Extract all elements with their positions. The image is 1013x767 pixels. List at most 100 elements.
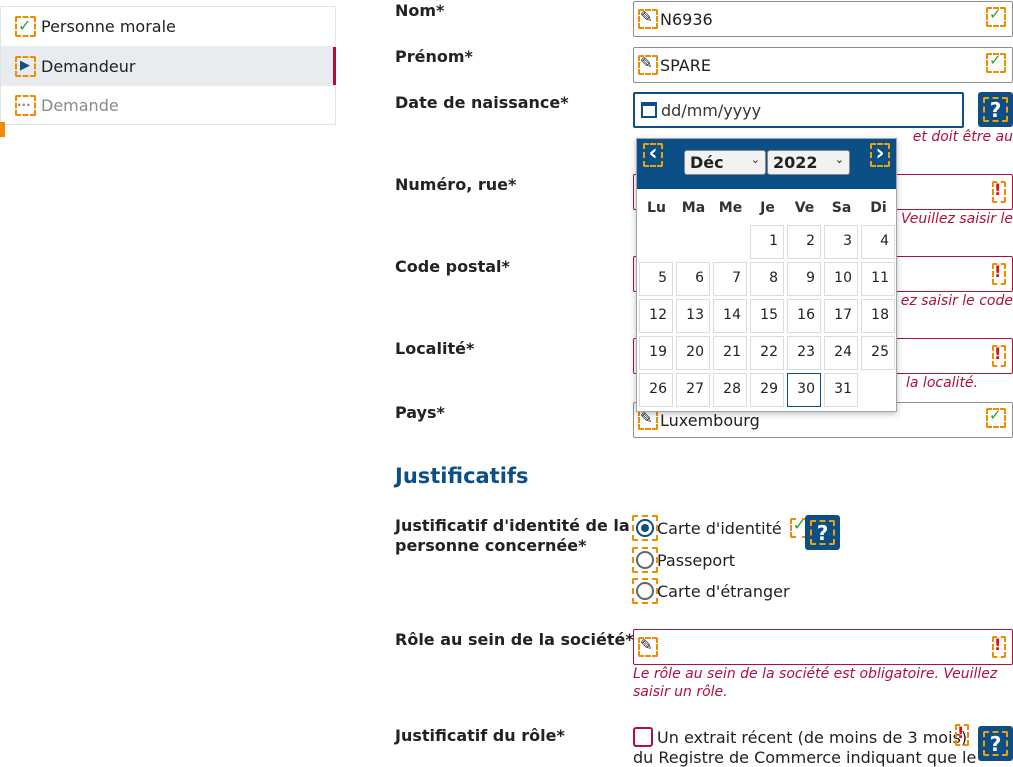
calendar-day[interactable]: 14 — [713, 299, 747, 333]
calendar-day[interactable]: 27 — [676, 373, 710, 407]
role-field[interactable]: ✎ ! — [633, 629, 1013, 665]
calendar-day[interactable]: 13 — [676, 299, 710, 333]
calendar-day[interactable]: 3 — [824, 225, 858, 259]
calendar-day[interactable]: 23 — [787, 336, 821, 370]
date-picker-popup: ‹ Déc ⌄ 2022 ⌄ › Lu Ma Me Je Ve Sa Di 1 2 3 4 5 6 7 8 9 10… — [636, 138, 897, 412]
pen-icon: ✎ — [638, 409, 658, 430]
calendar-day[interactable]: 8 — [750, 262, 784, 296]
calendar-day[interactable]: 22 — [750, 336, 784, 370]
extrait-option-line1: Un extrait récent (de moins de 3 mois) — [657, 728, 968, 747]
radio-button[interactable] — [632, 547, 658, 573]
calendar-day[interactable]: 20 — [676, 336, 710, 370]
calendar-day[interactable]: 9 — [787, 262, 821, 296]
calendar-day[interactable]: 11 — [861, 262, 895, 296]
month-select[interactable]: Déc ⌄ — [684, 150, 766, 175]
prev-month-button[interactable]: ‹ — [643, 143, 663, 167]
calendar-day[interactable]: 7 — [713, 262, 747, 296]
date-error-text: et doit être au — [912, 129, 1013, 145]
weekday-header: Ma — [681, 200, 706, 216]
date-naissance-input[interactable]: dd/mm/yyyy — [633, 92, 964, 128]
valid-check-icon: ✓ — [986, 406, 1006, 428]
identite-help-button[interactable]: ? — [805, 515, 840, 550]
pen-icon: ✎ — [638, 8, 658, 29]
calendar-day[interactable]: 25 — [861, 336, 895, 370]
calendar-day[interactable]: 19 — [639, 336, 673, 370]
warning-icon: ! — [992, 180, 1006, 203]
calendar-day[interactable]: 6 — [676, 262, 710, 296]
warning-icon: ! — [992, 262, 1006, 285]
localite-label: Localité* — [395, 339, 475, 358]
date-placeholder: dd/mm/yyyy — [661, 100, 762, 120]
weekday-header: Sa — [831, 200, 852, 216]
weekday-header: Lu — [647, 200, 666, 216]
calendar-day[interactable]: 28 — [713, 373, 747, 407]
justificatif-role-help-button[interactable]: ? — [978, 726, 1013, 761]
step-sidebar: ✓ Personne morale ▶ Demandeur ··· Demand… — [0, 6, 336, 125]
extrait-option-line2: du Registre de Commerce indiquant que le — [633, 748, 977, 767]
justificatif-role-label: Justificatif du rôle* — [395, 726, 565, 745]
month-select-value: Déc — [690, 153, 724, 172]
calendar-day[interactable]: 24 — [824, 336, 858, 370]
valid-check-icon: ✓ — [986, 5, 1006, 27]
sidebar-item-demandeur[interactable]: ▶ Demandeur — [1, 46, 336, 85]
numero-rue-error-text: Veuillez saisir le — [901, 211, 1013, 227]
year-select[interactable]: 2022 ⌄ — [767, 150, 850, 175]
sidebar-item-label: Demande — [41, 95, 119, 115]
calendar-day[interactable]: 16 — [787, 299, 821, 333]
extrait-checkbox[interactable] — [633, 727, 653, 747]
calendar-day-today[interactable]: 30 — [787, 373, 821, 407]
prenom-field[interactable]: ✎ SPARE ✓ — [633, 47, 1013, 83]
code-postal-error-text: ez saisir le code — [900, 293, 1013, 309]
nom-value: N6936 — [660, 9, 713, 29]
calendar-day[interactable]: 10 — [824, 262, 858, 296]
date-picker-header: ‹ Déc ⌄ 2022 ⌄ › — [637, 139, 896, 189]
calendar-day[interactable]: 15 — [750, 299, 784, 333]
nom-label: Nom* — [395, 1, 445, 20]
pen-icon: ✎ — [638, 54, 658, 75]
identite-label-line1: Justificatif d'identité de la — [395, 516, 630, 535]
weekday-header: Me — [718, 200, 743, 216]
radio-button[interactable] — [632, 515, 658, 541]
next-month-button[interactable]: › — [870, 143, 890, 167]
numero-rue-label: Numéro, rue* — [395, 175, 517, 194]
chevron-down-icon: ⌄ — [750, 153, 760, 166]
calendar-day[interactable]: 18 — [861, 299, 895, 333]
section-title-justificatifs: Justificatifs — [395, 464, 529, 488]
sidebar-item-demande: ··· Demande — [1, 85, 335, 124]
check-icon: ✓ — [15, 16, 36, 37]
warning-icon: ! — [955, 723, 969, 746]
weekday-header: Di — [870, 200, 887, 216]
valid-check-icon: ✓ — [986, 51, 1006, 73]
code-postal-label: Code postal* — [395, 257, 510, 276]
calendar-day[interactable]: 17 — [824, 299, 858, 333]
calendar-icon — [641, 102, 657, 118]
dots-icon: ··· — [15, 94, 36, 116]
calendar-day[interactable]: 12 — [639, 299, 673, 333]
weekday-header: Ve — [794, 200, 815, 216]
calendar-day[interactable]: 31 — [824, 373, 858, 407]
calendar-day[interactable]: 1 — [750, 225, 784, 259]
radio-label: Carte d'étranger — [657, 581, 790, 601]
calendar-day[interactable]: 29 — [750, 373, 784, 407]
identite-label-line2: personne concernée* — [395, 536, 587, 555]
radio-passeport[interactable]: Passeport — [632, 547, 736, 573]
help-button[interactable]: ? — [978, 92, 1013, 127]
radio-button[interactable] — [632, 578, 658, 604]
pays-value: Luxembourg — [660, 410, 760, 430]
year-select-value: 2022 — [773, 153, 818, 172]
radio-label: Passeport — [657, 550, 736, 570]
calendar-day[interactable]: 26 — [639, 373, 673, 407]
radio-carte-identite[interactable]: Carte d'identité ✓ — [632, 515, 808, 541]
calendar-day[interactable]: 21 — [713, 336, 747, 370]
calendar-day[interactable]: 5 — [639, 262, 673, 296]
chevron-down-icon: ⌄ — [834, 153, 844, 166]
radio-label: Carte d'identité — [657, 518, 782, 538]
nom-field[interactable]: ✎ N6936 ✓ — [633, 1, 1013, 37]
calendar-day[interactable]: 4 — [861, 225, 895, 259]
calendar-day[interactable]: 2 — [787, 225, 821, 259]
role-label: Rôle au sein de la société* — [395, 630, 634, 649]
pays-label: Pays* — [395, 403, 445, 422]
radio-carte-etranger[interactable]: Carte d'étranger — [632, 578, 790, 604]
sidebar-item-personne-morale[interactable]: ✓ Personne morale — [1, 7, 335, 46]
date-naissance-label: Date de naissance* — [395, 93, 569, 112]
